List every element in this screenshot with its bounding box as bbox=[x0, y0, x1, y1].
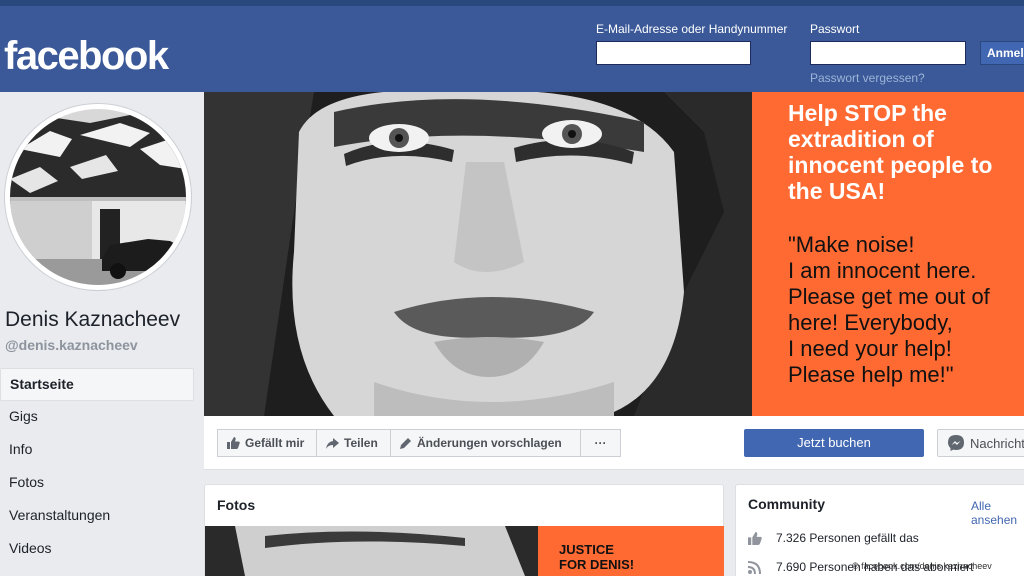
cover-image[interactable]: Help STOP the extradition of innocent pe… bbox=[204, 92, 1024, 416]
nav-item-info[interactable]: Info bbox=[0, 434, 194, 467]
forgot-password-link[interactable]: Passwort vergessen? bbox=[810, 71, 925, 85]
nav-item-startseite[interactable]: Startseite bbox=[0, 368, 194, 401]
likes-count: 7.326 Personen gefällt das bbox=[748, 531, 919, 545]
pencil-icon bbox=[400, 437, 412, 449]
photo-thumbnail-banner[interactable]: JUSTICE FOR DENIS! bbox=[538, 526, 724, 576]
rss-icon bbox=[748, 560, 764, 574]
password-field[interactable] bbox=[810, 41, 966, 65]
profile-picture[interactable] bbox=[5, 104, 191, 290]
photos-card: Fotos JUSTICE FOR DENIS! bbox=[204, 484, 725, 576]
book-now-button[interactable]: Jetzt buchen bbox=[744, 429, 924, 457]
message-button-label: Nachricht bbox=[970, 435, 1024, 451]
cover-headline: Help STOP the extradition of innocent pe… bbox=[788, 100, 993, 204]
suggest-edits-button[interactable]: Änderungen vorschlagen bbox=[390, 429, 581, 457]
thumbs-up-icon bbox=[748, 531, 764, 545]
more-dots-icon: ··· bbox=[594, 436, 607, 450]
likes-count-text: 7.326 Personen gefällt das bbox=[776, 531, 919, 545]
nav-item-gigs[interactable]: Gigs bbox=[0, 401, 194, 434]
messenger-icon bbox=[948, 435, 964, 451]
profile-handle[interactable]: @denis.kaznacheev bbox=[5, 337, 138, 353]
like-button[interactable]: Gefällt mir bbox=[217, 429, 317, 457]
nav-item-videos[interactable]: Videos bbox=[0, 533, 194, 566]
page-navigation: Startseite Gigs Info Fotos Veranstaltung… bbox=[0, 368, 194, 566]
suggest-edits-label: Änderungen vorschlagen bbox=[417, 436, 562, 450]
thumbs-up-icon bbox=[227, 437, 240, 449]
share-button-label: Teilen bbox=[344, 436, 378, 450]
share-button[interactable]: Teilen bbox=[316, 429, 391, 457]
password-label: Passwort bbox=[810, 22, 860, 36]
share-arrow-icon bbox=[326, 437, 339, 449]
photos-card-title[interactable]: Fotos bbox=[217, 497, 255, 513]
cover-quote: "Make noise! I am innocent here. Please … bbox=[788, 232, 990, 387]
header-bar: facebook E-Mail-Adresse oder Handynummer… bbox=[0, 6, 1024, 92]
email-field[interactable] bbox=[596, 41, 751, 65]
page-action-bar: Gefällt mir Teilen Änderungen vorschlage… bbox=[204, 416, 1024, 470]
photo-banner-text: JUSTICE FOR DENIS! bbox=[559, 542, 635, 572]
login-button[interactable]: Anmelden bbox=[980, 41, 1024, 65]
cover-portrait-photo bbox=[204, 92, 752, 416]
profile-name[interactable]: Denis Kaznacheev bbox=[5, 308, 180, 332]
profile-photo-image bbox=[10, 109, 186, 285]
nav-item-veranstaltungen[interactable]: Veranstaltungen bbox=[0, 500, 194, 533]
see-all-link[interactable]: Alle ansehen bbox=[971, 499, 1024, 527]
facebook-logo[interactable]: facebook bbox=[4, 34, 169, 79]
cover-message-panel: Help STOP the extradition of innocent pe… bbox=[752, 92, 1024, 416]
photo-thumbnail[interactable] bbox=[205, 526, 538, 576]
like-button-label: Gefällt mir bbox=[245, 436, 305, 450]
facebook-page: facebook E-Mail-Adresse oder Handynummer… bbox=[0, 0, 1024, 576]
nav-item-fotos[interactable]: Fotos bbox=[0, 467, 194, 500]
more-options-button[interactable]: ··· bbox=[580, 429, 621, 457]
message-button[interactable]: Nachricht bbox=[937, 429, 1024, 457]
image-credit: © facebook.com/denis.kaznacheev bbox=[852, 561, 992, 571]
community-card-title[interactable]: Community bbox=[748, 496, 825, 512]
email-label: E-Mail-Adresse oder Handynummer bbox=[596, 22, 788, 36]
